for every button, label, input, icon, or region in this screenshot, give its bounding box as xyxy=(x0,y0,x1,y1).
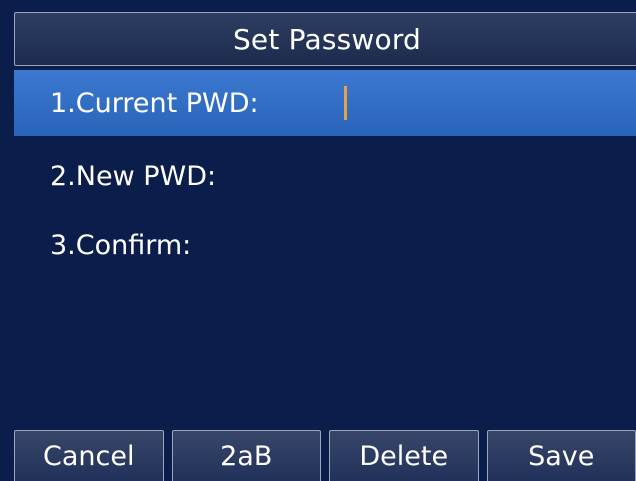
confirm-password-label: 3.Confirm: xyxy=(50,229,192,261)
phone-screen: Set Password 1.Current PWD: 2.New PWD: 3… xyxy=(0,0,636,481)
new-password-row[interactable]: 2.New PWD: xyxy=(14,143,636,209)
input-mode-button[interactable]: 2aB xyxy=(171,430,321,481)
confirm-password-field[interactable] xyxy=(332,225,626,267)
current-password-field[interactable] xyxy=(332,83,626,125)
save-button[interactable]: Save xyxy=(486,430,636,481)
text-cursor xyxy=(344,86,347,120)
new-password-label: 2.New PWD: xyxy=(50,160,217,192)
page-title-text: Set Password xyxy=(232,22,422,56)
current-password-label: 1.Current PWD: xyxy=(50,87,259,119)
cancel-button[interactable]: Cancel xyxy=(14,430,164,481)
softkey-bar: Cancel 2aB Delete Save xyxy=(14,430,636,481)
new-password-field[interactable] xyxy=(332,156,626,198)
confirm-password-row[interactable]: 3.Confirm: xyxy=(14,212,636,278)
current-password-row[interactable]: 1.Current PWD: xyxy=(14,70,636,136)
page-title: Set Password xyxy=(14,12,636,66)
delete-button[interactable]: Delete xyxy=(329,430,479,481)
